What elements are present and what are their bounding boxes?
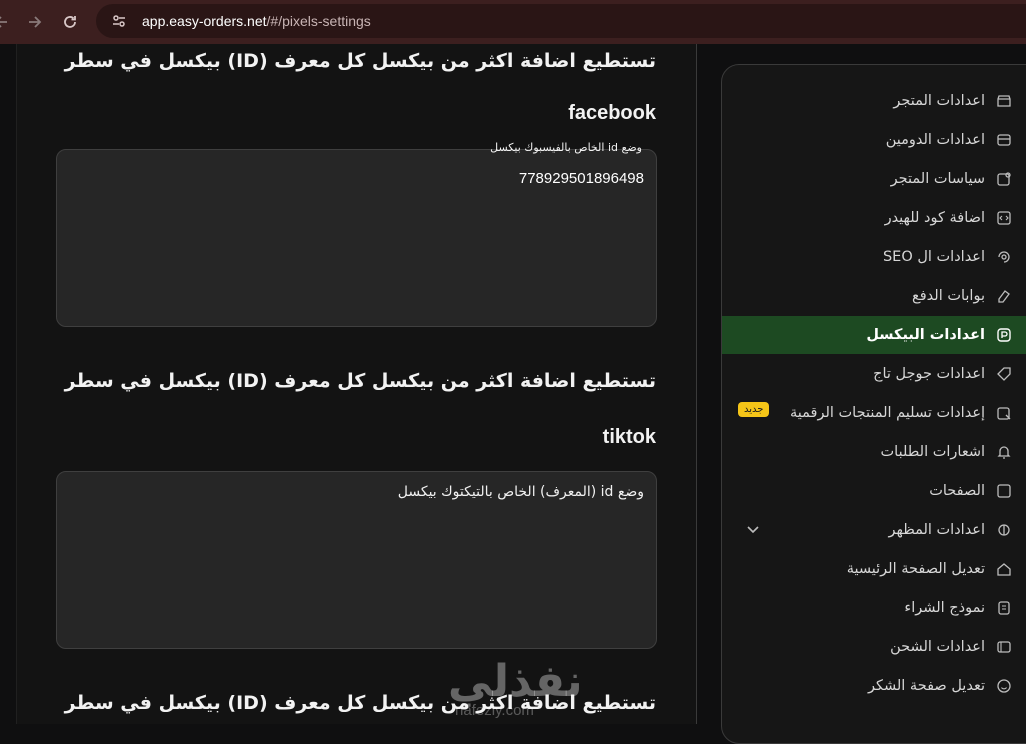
- sidebar-item-thank-you-page[interactable]: تعديل صفحة الشكر: [722, 667, 1026, 705]
- payment-icon: [995, 287, 1013, 305]
- pixels-settings-panel: تستطيع اضافة اكثر من بيكسل كل معرف (ID) …: [16, 44, 697, 724]
- sidebar-item-google-tag[interactable]: اعدادات جوجل تاج: [722, 355, 1026, 393]
- store-icon: [995, 92, 1013, 110]
- sidebar-item-label: اعدادات المظهر: [888, 522, 985, 538]
- sidebar-item-payment-gateways[interactable]: بوابات الدفع: [722, 277, 1026, 315]
- facebook-heading: facebook: [568, 102, 656, 124]
- sidebar-item-label: اشعارات الطلبات: [880, 444, 985, 460]
- sidebar-item-seo-settings[interactable]: اعدادات ال SEO: [722, 238, 1026, 276]
- sidebar-item-label: اعدادات الدومين: [885, 132, 985, 148]
- sidebar-item-label: اعدادات الشحن: [890, 639, 985, 655]
- site-settings-icon[interactable]: [108, 10, 130, 32]
- watermark-domain: nafezly.com: [455, 702, 534, 719]
- sidebar-item-purchase-form[interactable]: نموذج الشراء: [722, 589, 1026, 627]
- seo-icon: [995, 248, 1013, 266]
- sidebar-item-shipping-settings[interactable]: اعدادات الشحن: [722, 628, 1026, 666]
- forward-arrow-icon[interactable]: [20, 8, 48, 36]
- facebook-field-label: وضع id الخاص بالفيسبوك بيكسل: [490, 141, 642, 154]
- sidebar-item-label: اعدادات المتجر: [893, 93, 985, 109]
- shipping-icon: [995, 638, 1013, 656]
- sidebar-item-pixel-settings[interactable]: اعدادات البيكسل: [722, 316, 1026, 354]
- sidebar-item-digital-delivery[interactable]: إعدادات تسليم المنتجات الرقمية جديد: [722, 394, 1026, 432]
- settings-sidebar: اعدادات المتجر اعدادات الدومين سياسات ال…: [721, 64, 1026, 744]
- policy-icon: [995, 170, 1013, 188]
- bell-icon: [995, 443, 1013, 461]
- digital-delivery-icon: [995, 404, 1013, 422]
- sidebar-item-label: اعدادات ال SEO: [882, 249, 985, 265]
- new-badge: جديد: [738, 402, 770, 417]
- sidebar-item-order-notifications[interactable]: اشعارات الطلبات: [722, 433, 1026, 471]
- sidebar-item-label: بوابات الدفع: [912, 288, 985, 304]
- browser-toolbar: app.easy-orders.net/#/pixels-settings: [0, 0, 1026, 44]
- url-path: /#/pixels-settings: [266, 13, 371, 29]
- home-icon: [995, 560, 1013, 578]
- appearance-icon: [995, 521, 1013, 539]
- domain-icon: [995, 131, 1013, 149]
- sidebar-item-label: إعدادات تسليم المنتجات الرقمية: [790, 405, 985, 421]
- sidebar-item-label: الصفحات: [929, 483, 985, 499]
- pages-icon: [995, 482, 1013, 500]
- sidebar-item-label: تعديل صفحة الشكر: [867, 678, 985, 694]
- sidebar-item-edit-homepage[interactable]: تعديل الصفحة الرئيسية: [722, 550, 1026, 588]
- tiktok-hint-text: تستطيع اضافة اكثر من بيكسل كل معرف (ID) …: [64, 370, 656, 392]
- tiktok-field-placeholder: وضع id (المعرف) الخاص بالتيكتوك بيكسل: [397, 484, 644, 500]
- sidebar-item-appearance[interactable]: اعدادات المظهر: [722, 511, 1026, 549]
- sidebar-item-store-policies[interactable]: سياسات المتجر: [722, 160, 1026, 198]
- sidebar-item-header-code[interactable]: اضافة كود للهيدر: [722, 199, 1026, 237]
- url-text: app.easy-orders.net/#/pixels-settings: [142, 13, 371, 29]
- chevron-down-icon[interactable]: [746, 521, 760, 540]
- sidebar-item-label: نموذج الشراء: [904, 600, 985, 616]
- tiktok-heading: tiktok: [602, 426, 656, 448]
- url-host: app.easy-orders.net: [142, 13, 267, 29]
- reload-icon[interactable]: [56, 8, 84, 36]
- tag-icon: [995, 365, 1013, 383]
- sidebar-item-label: اعدادات البيكسل: [866, 327, 985, 343]
- facebook-hint-text: تستطيع اضافة اكثر من بيكسل كل معرف (ID) …: [64, 50, 656, 72]
- sidebar-item-pages[interactable]: الصفحات: [722, 472, 1026, 510]
- sidebar-item-domain-settings[interactable]: اعدادات الدومين: [722, 121, 1026, 159]
- facebook-pixel-field[interactable]: وضع id الخاص بالفيسبوك بيكسل 77892950189…: [56, 141, 657, 327]
- address-bar[interactable]: app.easy-orders.net/#/pixels-settings: [96, 4, 1026, 38]
- sidebar-item-label: اضافة كود للهيدر: [884, 210, 985, 226]
- facebook-pixel-value: 778929501896498: [518, 170, 644, 187]
- sidebar-item-label: اعدادات جوجل تاج: [873, 366, 985, 382]
- pixel-icon: [995, 326, 1013, 344]
- sidebar-item-label: تعديل الصفحة الرئيسية: [846, 561, 985, 577]
- back-arrow-icon[interactable]: [0, 8, 16, 36]
- code-icon: [995, 209, 1013, 227]
- form-icon: [995, 599, 1013, 617]
- watermark-logo: نفذلي: [448, 656, 583, 707]
- sidebar-item-store-settings[interactable]: اعدادات المتجر: [722, 82, 1026, 120]
- smile-icon: [995, 677, 1013, 695]
- sidebar-item-label: سياسات المتجر: [890, 171, 985, 187]
- tiktok-pixel-field[interactable]: وضع id (المعرف) الخاص بالتيكتوك بيكسل: [56, 471, 657, 649]
